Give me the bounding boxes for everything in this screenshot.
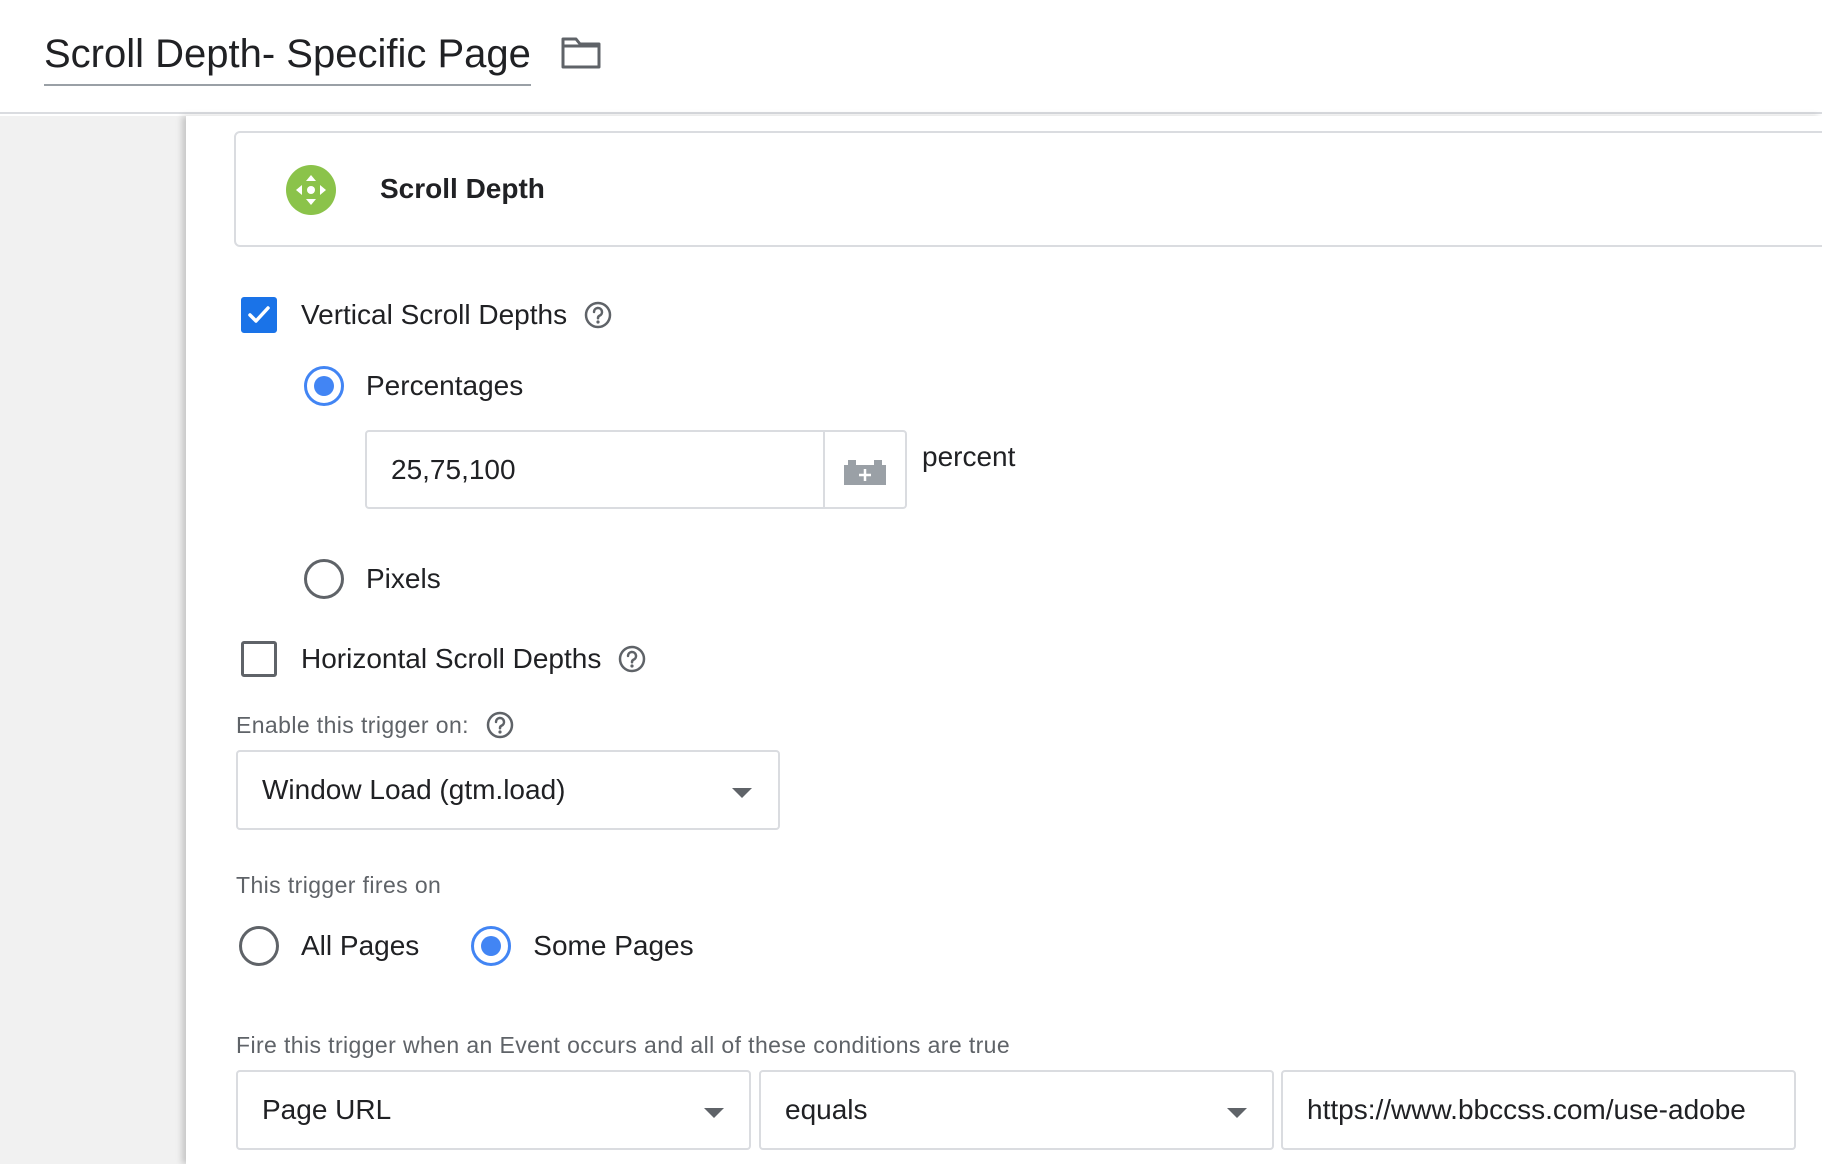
- horizontal-scroll-label: Horizontal Scroll Depths: [301, 643, 602, 674]
- editor-header: Scroll Depth- Specific Page: [0, 0, 1822, 114]
- condition-operator-value: equals: [785, 1094, 868, 1125]
- folder-icon[interactable]: [560, 34, 602, 70]
- some-pages-label: Some Pages: [533, 930, 694, 961]
- condition-value-input[interactable]: https://www.bbccss.com/use-adobe: [1281, 1070, 1796, 1150]
- condition-value[interactable]: https://www.bbccss.com/use-adobe: [1307, 1094, 1772, 1126]
- enable-on-label-row: Enable this trigger on:: [236, 710, 515, 740]
- trigger-name[interactable]: Scroll Depth- Specific Page: [44, 28, 531, 80]
- enable-on-label: Enable this trigger on:: [236, 711, 469, 738]
- chevron-down-icon: [704, 1108, 724, 1118]
- conditions-label: Fire this trigger when an Event occurs a…: [236, 1032, 1011, 1058]
- pixels-option: Pixels: [304, 559, 441, 599]
- all-pages-radio[interactable]: [239, 926, 279, 966]
- vertical-scroll-row: Vertical Scroll Depths: [241, 297, 613, 333]
- percentages-radio[interactable]: [304, 366, 344, 406]
- condition-variable-select[interactable]: Page URL: [236, 1070, 751, 1150]
- variable-picker-icon[interactable]: [842, 457, 888, 487]
- vertical-scroll-checkbox[interactable]: [241, 297, 277, 333]
- percentages-value[interactable]: 25,75,100: [391, 454, 516, 486]
- percentages-option: Percentages: [304, 366, 523, 406]
- condition-variable-value: Page URL: [262, 1094, 392, 1125]
- condition-operator-select[interactable]: equals: [759, 1070, 1274, 1150]
- trigger-name-field[interactable]: Scroll Depth- Specific Page: [44, 28, 531, 86]
- horizontal-scroll-checkbox[interactable]: [241, 641, 277, 677]
- input-divider: [823, 432, 825, 507]
- checkmark-icon: [248, 306, 270, 323]
- help-icon[interactable]: [583, 300, 613, 330]
- pixels-label: Pixels: [366, 563, 441, 594]
- enable-on-value: Window Load (gtm.load): [262, 774, 566, 805]
- horizontal-scroll-row: Horizontal Scroll Depths: [241, 641, 647, 677]
- fires-on-label: This trigger fires on: [236, 872, 442, 898]
- vertical-scroll-label: Vertical Scroll Depths: [301, 299, 568, 330]
- some-pages-radio[interactable]: [471, 926, 512, 966]
- enable-on-select[interactable]: Window Load (gtm.load): [236, 750, 780, 830]
- fires-on-options: All Pages Some Pages: [239, 926, 694, 966]
- trigger-type-name: Scroll Depth: [380, 173, 545, 204]
- percentages-input[interactable]: 25,75,100: [365, 430, 907, 509]
- all-pages-label: All Pages: [301, 930, 420, 961]
- chevron-down-icon: [1227, 1108, 1247, 1118]
- left-gutter: [0, 116, 186, 1164]
- percent-unit-label: percent: [922, 441, 1016, 472]
- trigger-config-panel: [186, 116, 1822, 1164]
- pixels-radio[interactable]: [304, 559, 344, 599]
- percentages-label: Percentages: [366, 370, 524, 401]
- help-icon[interactable]: [485, 710, 515, 740]
- trigger-type-card[interactable]: Scroll Depth: [234, 131, 1822, 247]
- help-icon[interactable]: [617, 644, 647, 674]
- chevron-down-icon: [732, 788, 752, 798]
- scroll-depth-icon: [286, 165, 336, 215]
